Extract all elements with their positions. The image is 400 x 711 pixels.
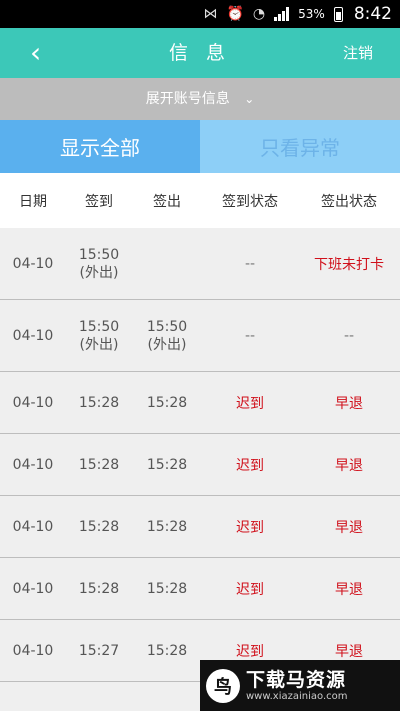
row-date: 04-10 xyxy=(12,518,54,535)
row-sign-in: 15:50 (外出) xyxy=(66,318,132,354)
row-sign-in-status: 迟到 xyxy=(236,581,264,598)
row-sign-in: 15:28 xyxy=(78,580,120,597)
sign-out-time: 15:50 xyxy=(146,318,188,335)
row-sign-out-status: 早退 xyxy=(335,395,363,412)
row-sign-out: 15:28 xyxy=(146,518,188,535)
logout-button[interactable]: 注销 xyxy=(343,28,373,78)
row-sign-out-status: -- xyxy=(343,327,355,344)
row-sign-in-status: 迟到 xyxy=(236,519,264,536)
row-sign-out-status: 下班未打卡 xyxy=(314,256,384,273)
header-sign-out: 签出 xyxy=(153,193,181,210)
table-header: 日期 签到 签出 签到状态 签出状态 xyxy=(0,173,400,228)
nfc-icon: ⋈ xyxy=(203,6,218,22)
table-row[interactable]: 04-10 15:28 15:28 迟到 早退 xyxy=(0,496,400,558)
sign-in-time: 15:50 xyxy=(78,246,120,263)
sign-in-note: (外出) xyxy=(79,264,119,281)
row-sign-in: 15:28 xyxy=(78,456,120,473)
tab-only-abnormal[interactable]: 只看异常 xyxy=(200,120,400,173)
row-sign-out: 15:50 (外出) xyxy=(132,318,202,354)
row-date: 04-10 xyxy=(12,327,54,344)
signal-icon xyxy=(274,7,290,21)
header-date: 日期 xyxy=(19,193,47,210)
table-row[interactable]: 04-10 15:28 15:28 迟到 早退 xyxy=(0,434,400,496)
wifi-icon: ◔ xyxy=(252,6,266,22)
sign-in-note: (外出) xyxy=(79,336,119,353)
battery-icon xyxy=(333,6,343,22)
table-row[interactable]: 04-10 15:50 (外出) 15:50 (外出) -- -- xyxy=(0,300,400,372)
row-sign-in-status: 迟到 xyxy=(236,457,264,474)
alarm-icon: ⏰ xyxy=(226,6,244,22)
expand-label: 展开账号信息 xyxy=(145,91,230,107)
table-row[interactable]: 04-10 15:28 15:28 迟到 早退 xyxy=(0,372,400,434)
clock: 8:42 xyxy=(353,4,392,24)
title-bar: ‹ 信 息 注销 xyxy=(0,28,400,78)
table-row[interactable]: 04-10 15:28 15:28 迟到 早退 xyxy=(0,558,400,620)
row-sign-in: 15:28 xyxy=(78,394,120,411)
chevron-down-icon: ⌄ xyxy=(244,92,255,106)
row-sign-out: 15:28 xyxy=(146,642,188,659)
row-sign-in-status: -- xyxy=(244,255,256,272)
header-sign-in-status: 签到状态 xyxy=(222,193,278,210)
row-date: 04-10 xyxy=(12,642,54,659)
row-sign-out: 15:28 xyxy=(146,394,188,411)
row-sign-in-status: 迟到 xyxy=(236,643,264,660)
row-sign-in: 15:28 xyxy=(78,518,120,535)
row-sign-out-status: 早退 xyxy=(335,581,363,598)
row-sign-in: 15:50 (外出) xyxy=(66,246,132,282)
row-date: 04-10 xyxy=(12,456,54,473)
row-sign-out-status: 早退 xyxy=(335,457,363,474)
watermark-url: www.xiazainiao.com xyxy=(246,690,348,702)
page-title: 信 息 xyxy=(168,42,232,64)
row-date: 04-10 xyxy=(12,580,54,597)
row-sign-out: 15:28 xyxy=(146,580,188,597)
battery-percent: 53% xyxy=(298,7,325,21)
row-sign-out: 15:28 xyxy=(146,456,188,473)
row-sign-in-status: 迟到 xyxy=(236,395,264,412)
sign-out-note: (外出) xyxy=(147,336,187,353)
table-row[interactable]: 04-10 15:50 (外出) -- 下班未打卡 xyxy=(0,228,400,300)
bird-logo-icon: 鸟 xyxy=(206,668,240,703)
attendance-list: 04-10 15:50 (外出) -- 下班未打卡 04-10 15:50 (外出)… xyxy=(0,228,400,682)
status-bar: ⋈ ⏰ ◔ 53% 8:42 xyxy=(0,0,400,28)
filter-tabs: 显示全部 只看异常 xyxy=(0,120,400,173)
row-sign-out-status: 早退 xyxy=(335,519,363,536)
sign-in-time: 15:50 xyxy=(78,318,120,335)
row-sign-in: 15:27 xyxy=(78,642,120,659)
watermark: 鸟 下载马资源 www.xiazainiao.com xyxy=(200,660,400,711)
header-sign-out-status: 签出状态 xyxy=(321,193,377,210)
expand-account-info-button[interactable]: 展开账号信息 ⌄ xyxy=(0,78,400,120)
row-date: 04-10 xyxy=(12,394,54,411)
watermark-name: 下载马资源 xyxy=(246,668,347,691)
row-date: 04-10 xyxy=(12,255,54,272)
row-sign-out-status: 早退 xyxy=(335,643,363,660)
row-sign-in-status: -- xyxy=(244,327,256,344)
header-sign-in: 签到 xyxy=(85,193,113,210)
tab-show-all[interactable]: 显示全部 xyxy=(0,120,200,173)
